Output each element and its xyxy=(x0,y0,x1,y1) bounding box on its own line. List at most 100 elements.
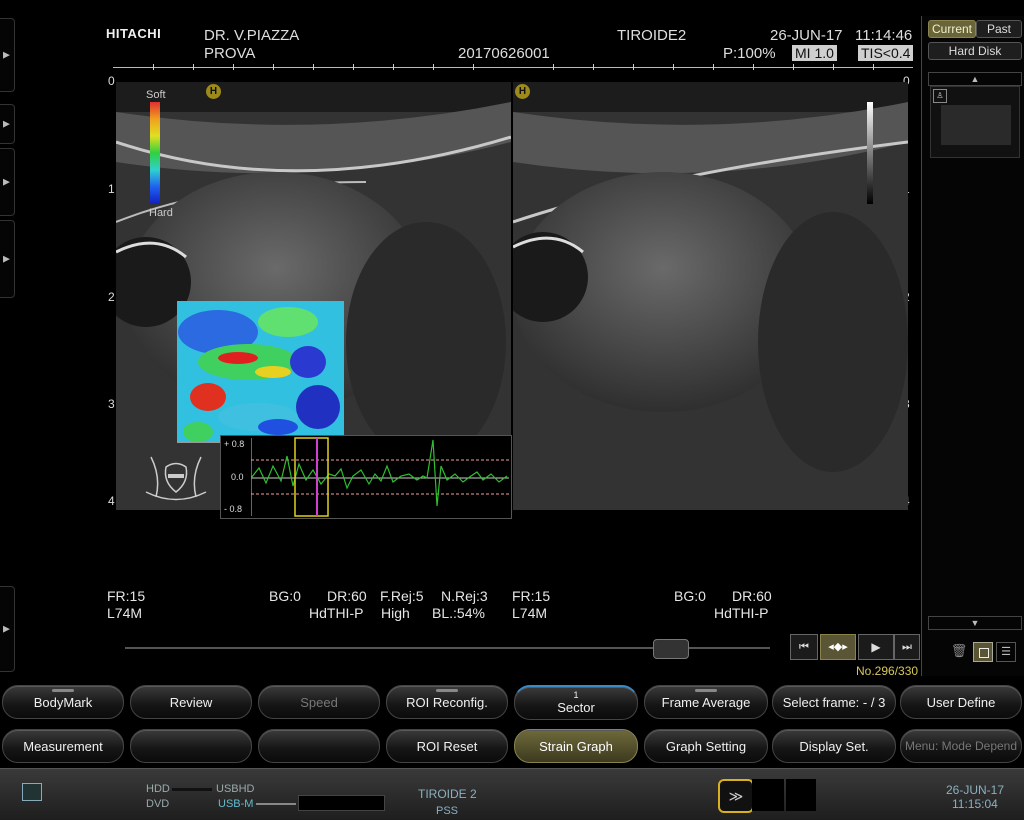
square-icon xyxy=(979,648,989,658)
elasto-scale-hard-label: Hard xyxy=(149,207,173,219)
bodymark-label: BodyMark xyxy=(33,694,93,710)
focus-marker-icon: H xyxy=(206,84,221,99)
trash-icon[interactable]: 🗑 xyxy=(950,643,968,661)
thumbnail-image xyxy=(941,105,1011,145)
step-frame-button[interactable]: ◂◆▸ xyxy=(820,634,856,660)
triangle-down-icon: ▼ xyxy=(970,618,980,628)
left-thi: HdTHI-P xyxy=(309,605,364,621)
strain-graph-button[interactable]: Strain Graph xyxy=(514,729,638,763)
speed-button[interactable]: Speed xyxy=(258,685,380,719)
measurement-label: Measurement xyxy=(23,738,103,754)
strain-graph[interactable]: + 0.8 0.0 - 0.8 xyxy=(220,435,512,519)
frame-average-label: Frame Average xyxy=(661,694,751,710)
ultrasound-image-right[interactable]: H xyxy=(513,82,908,510)
left-probe: L74M xyxy=(107,605,143,621)
empty-softkey-2[interactable] xyxy=(258,729,380,763)
menu-mode-depend-button[interactable]: Menu: Mode Depend xyxy=(900,729,1022,763)
sector-label: Sector xyxy=(557,700,595,715)
progress-area xyxy=(298,795,385,811)
select-frame-button[interactable]: Select frame: - / 3 xyxy=(772,685,896,719)
frame-average-button[interactable]: Frame Average xyxy=(644,685,768,719)
power-readout: P:100% xyxy=(723,45,776,62)
select-frame-label: Select frame: - / 3 xyxy=(782,694,886,710)
grayscale-bar xyxy=(867,102,873,204)
right-probe: L74M xyxy=(512,605,548,621)
triangle-up-icon: ▲ xyxy=(970,74,980,84)
thumbnail-item[interactable]: ♙ xyxy=(930,86,1020,158)
tab-past[interactable]: Past xyxy=(976,20,1022,38)
bodymark-button[interactable]: BodyMark xyxy=(2,685,124,719)
status-slot-1 xyxy=(752,779,784,811)
step-arrows-icon: ◂◆▸ xyxy=(828,641,848,653)
chevron-right-icon: ▶ xyxy=(3,623,10,634)
storage-hard-disk-button[interactable]: Hard Disk xyxy=(928,42,1022,60)
left-panel-tab-1[interactable]: ▶ xyxy=(0,18,15,92)
skip-back-icon: ⏮ xyxy=(799,641,809,653)
empty-softkey-1[interactable] xyxy=(130,729,252,763)
chevron-right-icon: ▶ xyxy=(3,49,10,60)
left-panel-tab-3[interactable]: ▶ xyxy=(0,148,15,216)
left-bl: BL.:54% xyxy=(432,605,485,621)
scroll-up-button[interactable]: ▲ xyxy=(928,72,1022,86)
elasto-roi[interactable] xyxy=(177,301,344,443)
skip-to-start-button[interactable]: ⏮ xyxy=(790,634,818,660)
display-set-label: Display Set. xyxy=(799,738,869,754)
left-bg: BG:0 xyxy=(269,588,301,604)
status-bar: HDD USBHD DVD USB-M TIROIDE 2 PSS ≫ 26-J… xyxy=(0,768,1024,820)
strain-graph-label: Strain Graph xyxy=(539,738,613,754)
measurement-button[interactable]: Measurement xyxy=(2,729,124,763)
strain-graph-y-zero: 0.0 xyxy=(231,472,244,482)
roi-reconfig-label: ROI Reconfig. xyxy=(406,694,488,710)
usbm-meter xyxy=(256,803,296,805)
review-button[interactable]: Review xyxy=(130,685,252,719)
right-thi: HdTHI-P xyxy=(714,605,769,621)
monitor-icon xyxy=(22,783,42,801)
tis-readout: TIS<0.4 xyxy=(858,45,914,61)
depth-label: 0 xyxy=(108,74,115,88)
display-set-button[interactable]: Display Set. xyxy=(772,729,896,763)
footer-time: 11:15:04 xyxy=(952,797,998,811)
dvd-label: DVD xyxy=(146,798,170,810)
elasto-color-scale xyxy=(150,102,160,204)
hdd-meter xyxy=(172,788,212,791)
image-history-panel: Current Past Hard Disk ▲ ♙ ▼ xyxy=(921,16,1024,676)
right-bg: BG:0 xyxy=(674,588,706,604)
sector-button[interactable]: 1 Sector xyxy=(514,685,638,720)
person-icon: ♙ xyxy=(933,89,947,103)
left-fr: FR:15 xyxy=(107,588,146,604)
graph-setting-button[interactable]: Graph Setting xyxy=(644,729,768,763)
usbhd-label: USBHD xyxy=(216,783,255,795)
cine-slider-handle[interactable] xyxy=(653,639,690,659)
footer-pss: PSS xyxy=(436,805,459,817)
left-panel-tab-2[interactable]: ▶ xyxy=(0,104,15,144)
skip-to-end-button[interactable]: ⏭ xyxy=(894,634,920,660)
left-panel-tab-5[interactable]: ▶ xyxy=(0,586,15,672)
header-time: 11:14:46 xyxy=(855,27,913,44)
review-label: Review xyxy=(169,694,213,710)
roi-reconfig-button[interactable]: ROI Reconfig. xyxy=(386,685,508,719)
depth-label: 3 xyxy=(108,397,115,411)
depth-label: 1 xyxy=(108,182,115,196)
skip-forward-icon: ⏭ xyxy=(902,641,912,653)
depth-label: 4 xyxy=(108,494,115,508)
hdd-label: HDD xyxy=(146,783,170,795)
roi-reset-button[interactable]: ROI Reset xyxy=(386,729,508,763)
network-status-icon[interactable]: ≫ xyxy=(718,779,754,813)
footer-preset: TIROIDE 2 xyxy=(418,787,477,801)
focus-marker-icon: H xyxy=(515,84,530,99)
preset-name: TIROIDE2 xyxy=(617,27,687,44)
right-dr: DR:60 xyxy=(732,588,772,604)
play-button[interactable]: ▶ xyxy=(858,634,894,660)
strain-graph-y-min: - 0.8 xyxy=(224,504,243,514)
menu-mode-depend-label: Menu: Mode Depend xyxy=(904,739,1018,753)
list-view-button[interactable]: ☰ xyxy=(996,642,1016,662)
exam-id: 20170626001 xyxy=(458,45,550,62)
chevron-right-icon: ▶ xyxy=(3,176,10,187)
frame-counter: No.296/330 xyxy=(856,664,919,678)
scroll-down-button[interactable]: ▼ xyxy=(928,616,1022,630)
tab-current[interactable]: Current xyxy=(928,20,976,38)
left-panel-tab-4[interactable]: ▶ xyxy=(0,220,15,298)
brand-logo: HITACHI xyxy=(106,26,162,41)
user-define-button[interactable]: User Define xyxy=(900,685,1022,719)
single-view-button[interactable] xyxy=(973,642,993,662)
